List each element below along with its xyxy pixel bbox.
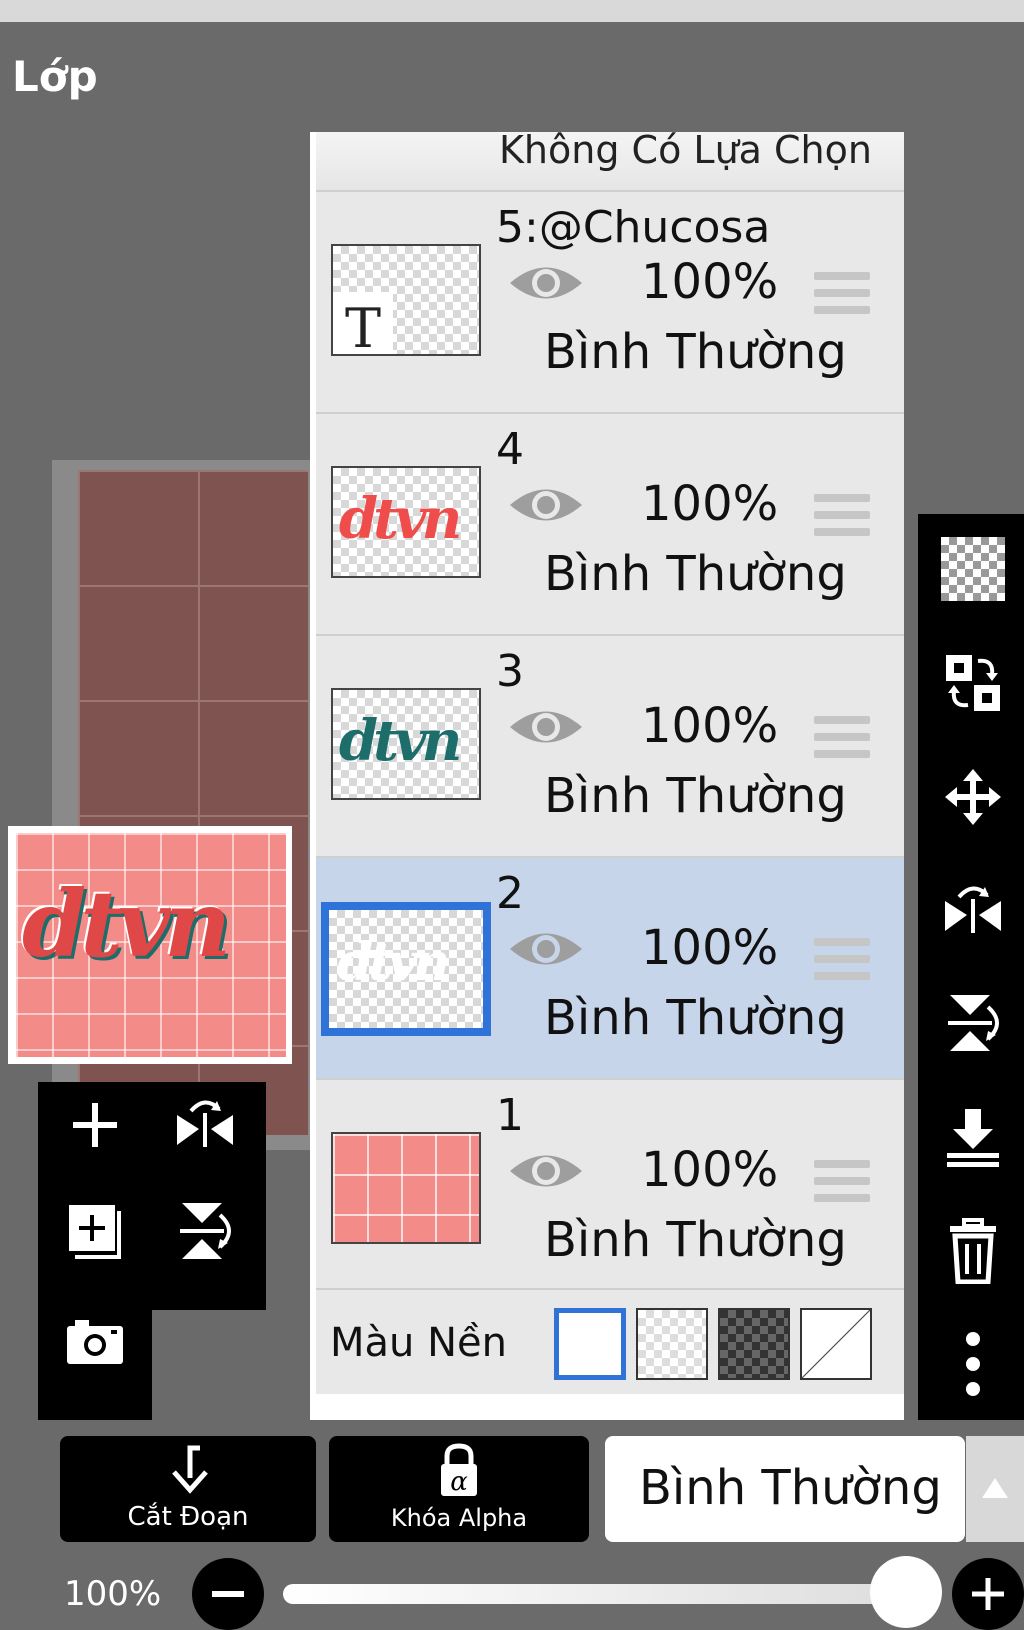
layer-row[interactable]: dtvn 4 100% Bình Thường	[316, 412, 904, 634]
camera-icon[interactable]	[60, 1306, 130, 1376]
layer-name: 4	[496, 424, 524, 475]
opacity-slider[interactable]	[283, 1584, 923, 1604]
thumbnail-lettering: dtvn	[339, 486, 462, 552]
alpha-lock-label: Khóa Alpha	[390, 1504, 528, 1532]
clip-arrow-icon	[172, 1445, 208, 1494]
layer-opacity[interactable]: 100%	[641, 476, 778, 532]
minus-icon	[212, 1591, 244, 1597]
layer-opacity[interactable]: 100%	[641, 920, 778, 976]
visibility-eye-icon[interactable]	[506, 702, 586, 752]
visibility-eye-icon[interactable]	[506, 924, 586, 974]
bg-none-swatch[interactable]	[800, 1308, 872, 1380]
panel-title: Lớp	[12, 52, 98, 101]
layer-row[interactable]: 1 100% Bình Thường	[316, 1078, 904, 1300]
plus-icon	[972, 1578, 1004, 1610]
flip-horizontal-icon[interactable]	[170, 1090, 240, 1160]
layer-thumbnail: dtvn	[331, 466, 481, 578]
text-layer-icon: T	[333, 292, 393, 354]
layer-opacity[interactable]: 100%	[641, 254, 778, 310]
swap-layers-icon[interactable]	[940, 650, 1006, 716]
more-options-icon[interactable]	[940, 1326, 1006, 1402]
thumbnail-lettering: dtvn	[339, 708, 462, 774]
preview-lettering: dtvn	[22, 870, 231, 978]
lock-icon: α	[441, 1443, 477, 1497]
layer-name: 1	[496, 1090, 524, 1141]
add-layer-icon[interactable]	[60, 1090, 130, 1160]
status-strip	[0, 0, 1024, 22]
svg-text:α: α	[450, 1467, 468, 1497]
opacity-increase-button[interactable]	[952, 1558, 1024, 1630]
layer-opacity[interactable]: 100%	[641, 698, 778, 754]
selection-row[interactable]: Không Có Lựa Chọn	[316, 132, 904, 190]
caret-up-icon	[982, 1478, 1008, 1498]
layer-blend-mode[interactable]: Bình Thường	[544, 1212, 847, 1268]
blend-mode-value: Bình Thường	[639, 1460, 942, 1516]
layer-thumbnail: dtvn	[321, 902, 491, 1036]
flip-horizontal-icon[interactable]	[940, 878, 1006, 944]
blend-mode-arrow[interactable]	[966, 1436, 1024, 1542]
flip-vertical-icon[interactable]	[170, 1196, 240, 1266]
layer-thumbnail: dtvn	[331, 688, 481, 800]
merge-down-icon[interactable]	[940, 1104, 1006, 1170]
layer-name: 3	[496, 646, 524, 697]
layer-opacity[interactable]: 100%	[641, 1142, 778, 1198]
bg-transparent-swatch[interactable]	[636, 1308, 708, 1380]
checker-icon[interactable]	[940, 536, 1006, 602]
selection-label: Không Có Lựa Chọn	[499, 132, 872, 172]
clipping-button[interactable]: Cắt Đoạn	[60, 1436, 316, 1542]
clipping-label: Cắt Đoạn	[127, 1502, 249, 1532]
opacity-value: 100%	[64, 1574, 162, 1614]
layer-name: 2	[496, 868, 524, 919]
layer-blend-mode[interactable]: Bình Thường	[544, 990, 847, 1046]
layer-blend-mode[interactable]: Bình Thường	[544, 546, 847, 602]
flip-vertical-icon[interactable]	[940, 990, 1006, 1056]
opacity-slider-handle[interactable]	[870, 1556, 942, 1628]
drag-handle-icon[interactable]	[814, 1160, 870, 1208]
visibility-eye-icon[interactable]	[506, 1146, 586, 1196]
visibility-eye-icon[interactable]	[506, 258, 586, 308]
duplicate-layer-icon[interactable]	[60, 1196, 130, 1266]
bg-white-swatch[interactable]	[554, 1308, 626, 1380]
background-color-label: Màu Nền	[330, 1320, 507, 1366]
layer-blend-mode[interactable]: Bình Thường	[544, 324, 847, 380]
blend-mode-select[interactable]: Bình Thường	[605, 1436, 965, 1542]
layer-thumbnail	[331, 1132, 481, 1244]
layer-blend-mode[interactable]: Bình Thường	[544, 768, 847, 824]
visibility-eye-icon[interactable]	[506, 480, 586, 530]
layer-row[interactable]: T 5:@Chucosa 100% Bình Thường	[316, 190, 904, 412]
drag-handle-icon[interactable]	[814, 272, 870, 320]
background-color-row: Màu Nền	[316, 1288, 904, 1394]
layer-name: 5:@Chucosa	[496, 202, 771, 253]
alpha-lock-button[interactable]: α Khóa Alpha	[329, 1436, 589, 1542]
layer-row[interactable]: dtvn 3 100% Bình Thường	[316, 634, 904, 856]
delete-layer-icon[interactable]	[940, 1218, 1006, 1284]
layer-thumbnail: T	[331, 244, 481, 356]
thumbnail-lettering: dtvn	[337, 932, 450, 993]
drag-handle-icon[interactable]	[814, 716, 870, 764]
opacity-decrease-button[interactable]	[192, 1558, 264, 1630]
move-icon[interactable]	[940, 764, 1006, 830]
bg-dark-checker-swatch[interactable]	[718, 1308, 790, 1380]
drag-handle-icon[interactable]	[814, 494, 870, 542]
drag-handle-icon[interactable]	[814, 938, 870, 986]
layer-row-selected[interactable]: dtvn 2 100% Bình Thường	[316, 856, 904, 1078]
